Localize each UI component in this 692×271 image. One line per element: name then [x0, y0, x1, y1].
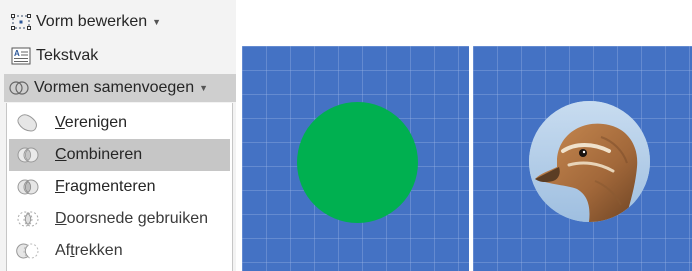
menu-item-label: Verenigen [55, 114, 128, 131]
duck-photo-circle[interactable] [529, 101, 650, 222]
menu-item-union[interactable]: Verenigen [9, 107, 230, 139]
duck-head-image [529, 101, 650, 222]
merge-shapes-icon [8, 77, 30, 99]
slide-preview-photo[interactable] [473, 46, 692, 271]
menu-item-label: Combineren [55, 146, 143, 163]
menu-item-combine[interactable]: Combineren [9, 139, 230, 171]
chevron-down-icon: ▼ [199, 83, 209, 93]
ribbon-panel: Vorm bewerken ▼ A Tekstvak Vormen samenv… [0, 0, 236, 271]
edit-shape-button[interactable]: Vorm bewerken ▼ [6, 9, 165, 35]
intersect-icon [13, 207, 43, 231]
merge-shapes-button[interactable]: Vormen samenvoegen ▼ [4, 74, 236, 102]
textbox-button[interactable]: A Tekstvak [6, 43, 102, 69]
green-circle-shape[interactable] [297, 102, 418, 223]
menu-item-label: Fragmenteren [55, 178, 156, 195]
svg-text:A: A [14, 49, 20, 58]
fragment-icon [13, 175, 43, 199]
textbox-label: Tekstvak [36, 47, 99, 64]
slide-preview-combined[interactable] [242, 46, 469, 271]
menu-item-fragment[interactable]: Fragmenteren [9, 171, 230, 203]
edit-shape-label: Vorm bewerken [36, 13, 148, 30]
chevron-down-icon: ▼ [152, 17, 162, 27]
menu-item-label: Doorsnede gebruiken [55, 210, 208, 227]
combine-icon [13, 143, 43, 167]
merge-shapes-menu: Verenigen Combineren Fragmenteren Doorsn… [6, 103, 233, 271]
merge-shapes-label: Vormen samenvoegen [34, 79, 195, 96]
union-icon [13, 111, 43, 135]
menu-item-intersect[interactable]: Doorsnede gebruiken [9, 203, 230, 235]
textbox-icon: A [10, 45, 32, 67]
menu-item-label: Aftrekken [55, 242, 123, 259]
menu-item-subtract[interactable]: Aftrekken [9, 235, 230, 267]
subtract-icon [13, 239, 43, 263]
edit-shape-icon [10, 11, 32, 33]
